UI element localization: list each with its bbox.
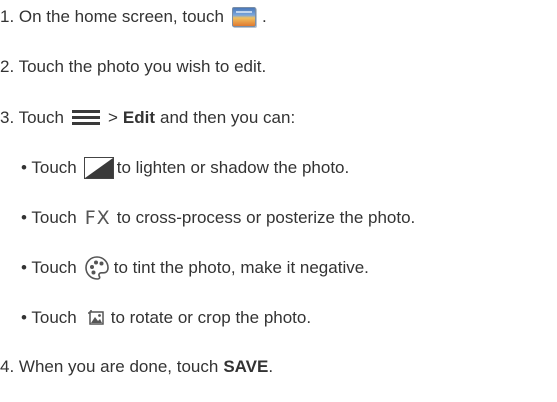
bullet-3-post: to tint the photo, make it negative.	[113, 258, 369, 277]
bullet-1-pre: • Touch	[21, 158, 77, 177]
step-3-pre: 3. Touch	[0, 108, 64, 127]
step-3-edit: Edit	[122, 108, 156, 127]
bullet-crop: • Touch to rotate or crop the photo.	[21, 305, 311, 331]
fx-icon: FX	[84, 207, 111, 229]
bullet-tint: • Touch to tint the photo, make it negat…	[21, 255, 369, 281]
exposure-icon	[83, 157, 114, 179]
bullet-2-pre: • Touch	[21, 208, 77, 227]
step-2: 2. Touch the photo you wish to edit.	[0, 54, 266, 80]
bullet-4-post: to rotate or crop the photo.	[110, 308, 312, 327]
step-4-pre: 4. When you are done, touch	[0, 357, 219, 376]
step-3: 3. Touch > Edit and then you can:	[0, 105, 295, 131]
bullet-3-pre: • Touch	[21, 258, 77, 277]
menu-icon	[71, 109, 100, 127]
bullet-2-post: to cross-process or posterize the photo.	[116, 208, 416, 227]
step-4: 4. When you are done, touch SAVE .	[0, 354, 273, 380]
bullet-exposure: • Touch to lighten or shadow the photo.	[21, 155, 349, 181]
tint-icon	[84, 255, 110, 281]
bullet-1-post: to lighten or shadow the photo.	[116, 158, 350, 177]
step-4-save: SAVE	[223, 357, 269, 376]
bullet-4-pre: • Touch	[21, 308, 77, 327]
step-4-end: .	[268, 357, 274, 376]
bullet-fx: • Touch FX to cross-process or posterize…	[21, 205, 415, 231]
instructions-page: 1. On the home screen, touch . 2. Touch …	[0, 0, 557, 402]
crop-icon	[87, 309, 105, 327]
step-1-end: .	[261, 7, 267, 26]
step-3-post: and then you can:	[160, 108, 296, 127]
gallery-icon	[231, 7, 256, 27]
step-3-separator: >	[107, 108, 118, 127]
step-1: 1. On the home screen, touch .	[0, 4, 267, 30]
step-2-text: 2. Touch the photo you wish to edit.	[0, 57, 267, 76]
step-1-text: 1. On the home screen, touch	[0, 7, 224, 26]
